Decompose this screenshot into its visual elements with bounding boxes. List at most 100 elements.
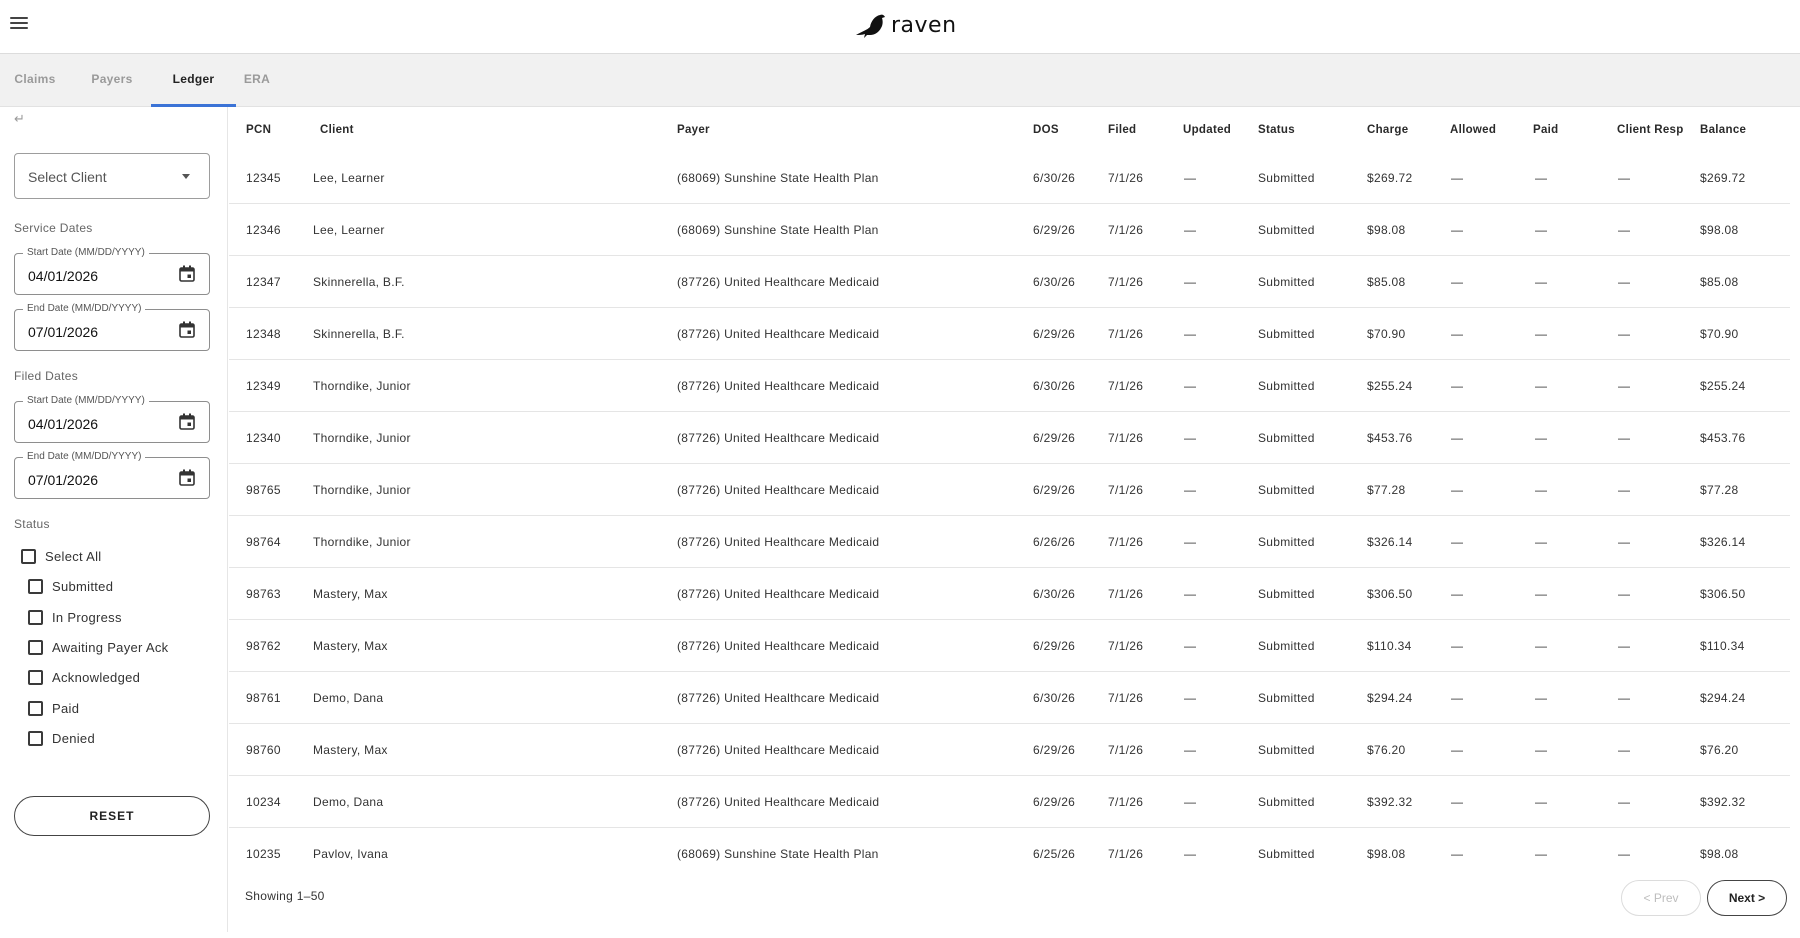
column-header-paid[interactable]: Paid xyxy=(1533,124,1559,136)
table-row[interactable]: 98764 Thorndike, Junior (87726) United Hea… xyxy=(229,516,1790,568)
service-dates-label: Service Dates xyxy=(14,221,93,235)
table-row[interactable]: 12347 Skinnerella, B.F. (87726) United Hea… xyxy=(229,256,1790,308)
filed-end-date-field[interactable]: End Date (MM/DD/YYYY) 07/01/2026 xyxy=(14,451,210,499)
table-row[interactable]: 10234 Demo, Dana (87726) United Healthcare… xyxy=(229,776,1790,828)
table-row[interactable]: 12345 Lee, Learner (68069) Sunshine State … xyxy=(229,152,1790,204)
status-in-progress-checkbox[interactable]: In Progress xyxy=(28,610,122,625)
cell-balance: $77.28 xyxy=(1700,483,1739,497)
column-header-dos[interactable]: DOS xyxy=(1033,124,1059,136)
cell-dos: 6/29/26 xyxy=(1033,327,1076,341)
cell-status: Submitted xyxy=(1258,171,1315,185)
service-start-date-field[interactable]: Start Date (MM/DD/YYYY) 04/01/2026 xyxy=(14,247,210,295)
status-submitted-checkbox[interactable]: Submitted xyxy=(28,579,113,594)
filed-start-date-field[interactable]: Start Date (MM/DD/YYYY) 04/01/2026 xyxy=(14,395,210,443)
cell-charge: $392.32 xyxy=(1367,795,1413,809)
cell-client: Pavlov, Ivana xyxy=(313,847,389,861)
table-row[interactable]: 98763 Mastery, Max (87726) United Healthca… xyxy=(229,568,1790,620)
cell-charge: $110.34 xyxy=(1367,639,1412,653)
cell-paid: — xyxy=(1535,587,1548,601)
column-header-client[interactable]: Client xyxy=(320,124,354,136)
cell-balance: $98.08 xyxy=(1700,223,1739,237)
column-header-updated[interactable]: Updated xyxy=(1183,124,1231,136)
column-header-allowed[interactable]: Allowed xyxy=(1450,124,1496,136)
cell-payer: (68069) Sunshine State Health Plan xyxy=(677,171,879,185)
cell-dos: 6/30/26 xyxy=(1033,171,1076,185)
cell-filed: 7/1/26 xyxy=(1108,275,1144,289)
cell-dos: 6/29/26 xyxy=(1033,483,1076,497)
cell-status: Submitted xyxy=(1258,847,1315,861)
cell-pcn: 98764 xyxy=(246,535,281,549)
cell-filed: 7/1/26 xyxy=(1108,327,1144,341)
cell-client-resp: — xyxy=(1618,639,1631,653)
brand-logo[interactable]: raven xyxy=(855,12,957,38)
cell-payer: (87726) United Healthcare Medicaid xyxy=(677,431,880,445)
client-select[interactable]: Select Client xyxy=(14,153,210,199)
calendar-icon[interactable] xyxy=(179,265,195,282)
calendar-icon[interactable] xyxy=(179,469,195,486)
filed-dates-label: Filed Dates xyxy=(14,369,78,383)
checkbox-label: Select All xyxy=(45,549,102,564)
status-awaiting-payer-ack-checkbox[interactable]: Awaiting Payer Ack xyxy=(28,640,168,655)
table-row[interactable]: 12346 Lee, Learner (68069) Sunshine State … xyxy=(229,204,1790,256)
status-acknowledged-checkbox[interactable]: Acknowledged xyxy=(28,670,140,685)
tab-payers[interactable]: Payers xyxy=(77,54,147,107)
cell-updated: — xyxy=(1184,379,1197,393)
checkbox-box xyxy=(28,701,43,716)
cell-allowed: — xyxy=(1451,535,1464,549)
hamburger-menu-icon[interactable] xyxy=(10,17,28,35)
cell-client: Thorndike, Junior xyxy=(313,431,411,445)
cell-allowed: — xyxy=(1451,431,1464,445)
top-bar: raven xyxy=(0,0,1800,54)
next-page-button[interactable]: Next > xyxy=(1707,880,1787,916)
prev-page-button[interactable]: < Prev xyxy=(1621,880,1701,916)
column-header-status[interactable]: Status xyxy=(1258,124,1295,136)
cell-charge: $294.24 xyxy=(1367,691,1413,705)
cell-client: Mastery, Max xyxy=(313,639,388,653)
tab-era[interactable]: ERA xyxy=(236,54,278,107)
cell-payer: (87726) United Healthcare Medicaid xyxy=(677,639,880,653)
tab-label: Claims xyxy=(14,72,56,86)
cell-client: Thorndike, Junior xyxy=(313,379,411,393)
table-row[interactable]: 98760 Mastery, Max (87726) United Healthca… xyxy=(229,724,1790,776)
tab-ledger[interactable]: Ledger xyxy=(151,54,236,107)
table-row[interactable]: 12340 Thorndike, Junior (87726) United Hea… xyxy=(229,412,1790,464)
cell-pcn: 10234 xyxy=(246,795,281,809)
table-row[interactable]: 12349 Thorndike, Junior (87726) United Hea… xyxy=(229,360,1790,412)
service-end-date-field[interactable]: End Date (MM/DD/YYYY) 07/01/2026 xyxy=(14,303,210,351)
cell-charge: $306.50 xyxy=(1367,587,1413,601)
table-row[interactable]: 98762 Mastery, Max (87726) United Healthca… xyxy=(229,620,1790,672)
column-header-pcn[interactable]: PCN xyxy=(246,124,271,136)
cell-dos: 6/29/26 xyxy=(1033,431,1076,445)
column-header-balance[interactable]: Balance xyxy=(1700,124,1746,136)
tab-bar: Claims Payers Ledger ERA xyxy=(0,54,1800,107)
table-row[interactable]: 12348 Skinnerella, B.F. (87726) United Hea… xyxy=(229,308,1790,360)
column-header-filed[interactable]: Filed xyxy=(1108,124,1136,136)
table-row[interactable]: 10235 Pavlov, Ivana (68069) Sunshine State… xyxy=(229,828,1790,880)
cell-allowed: — xyxy=(1451,639,1464,653)
cell-pcn: 12345 xyxy=(246,171,281,185)
cell-status: Submitted xyxy=(1258,327,1315,341)
tab-claims[interactable]: Claims xyxy=(0,54,70,107)
status-select-all-checkbox[interactable]: Select All xyxy=(21,549,101,564)
cell-paid: — xyxy=(1535,327,1548,341)
cell-paid: — xyxy=(1535,483,1548,497)
cell-status: Submitted xyxy=(1258,691,1315,705)
calendar-icon[interactable] xyxy=(179,321,195,338)
cell-charge: $76.20 xyxy=(1367,743,1406,757)
cell-client-resp: — xyxy=(1618,431,1631,445)
reset-button[interactable]: RESET xyxy=(14,796,210,836)
cell-pcn: 98762 xyxy=(246,639,281,653)
column-header-client-resp[interactable]: Client Resp xyxy=(1617,124,1684,136)
cell-status: Submitted xyxy=(1258,795,1315,809)
cell-updated: — xyxy=(1184,691,1197,705)
table-row[interactable]: 98765 Thorndike, Junior (87726) United Hea… xyxy=(229,464,1790,516)
cell-client: Mastery, Max xyxy=(313,743,388,757)
column-header-charge[interactable]: Charge xyxy=(1367,124,1408,136)
column-header-payer[interactable]: Payer xyxy=(677,124,710,136)
status-paid-checkbox[interactable]: Paid xyxy=(28,701,79,716)
calendar-icon[interactable] xyxy=(179,413,195,430)
status-denied-checkbox[interactable]: Denied xyxy=(28,731,95,746)
cell-client: Lee, Learner xyxy=(313,223,385,237)
table-row[interactable]: 98761 Demo, Dana (87726) United Healthcare… xyxy=(229,672,1790,724)
return-arrow-icon[interactable]: ↵ xyxy=(14,111,25,127)
